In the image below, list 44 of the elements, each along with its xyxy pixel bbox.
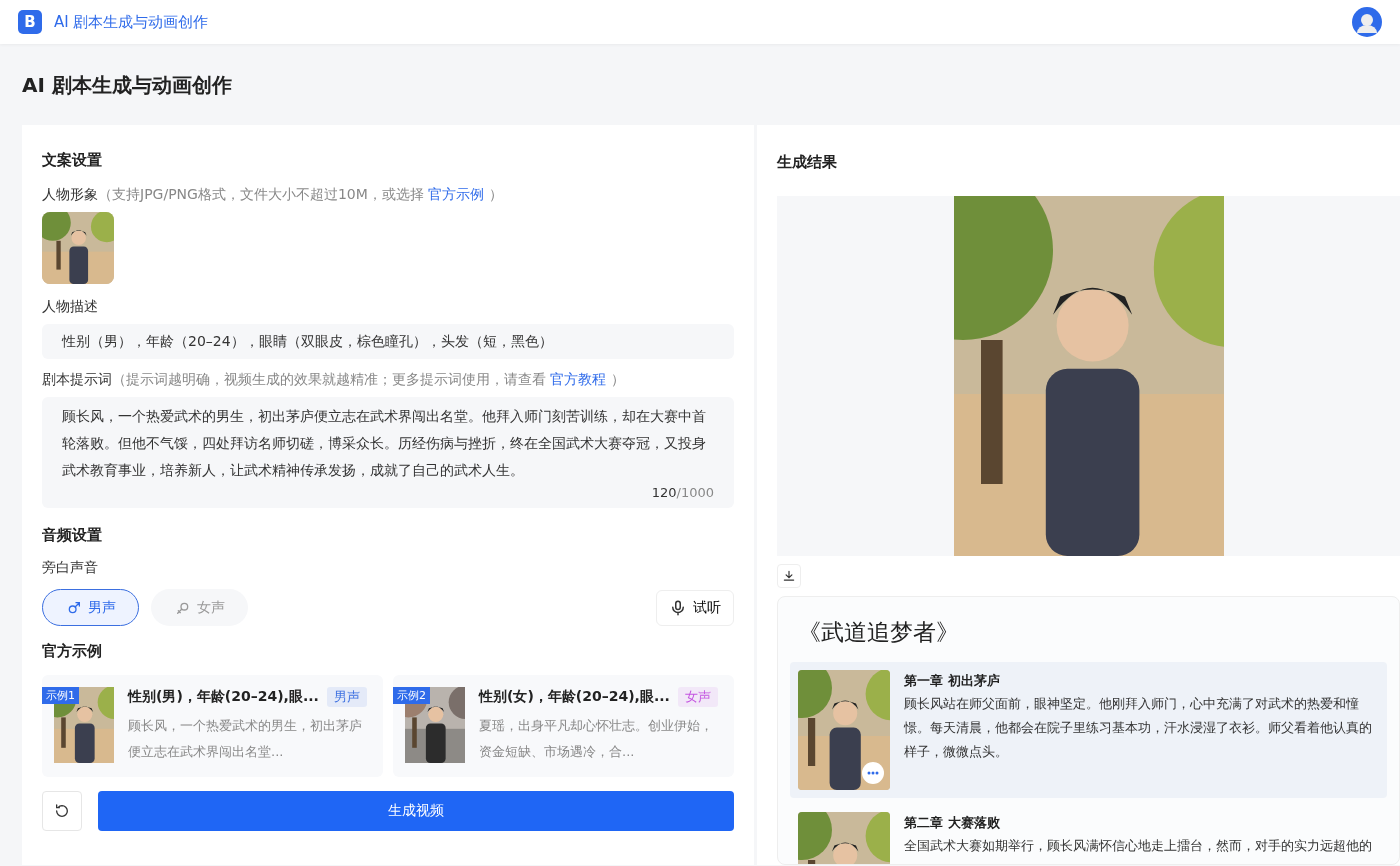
field-label: 旁白声音 [42,559,99,577]
generate-button[interactable]: 生成视频 [98,791,734,831]
reset-icon [54,803,70,819]
tutorial-link[interactable]: 官方教程 [550,371,607,387]
field-label: 人物形象（支持JPG/PNG格式，文件大小不超过10M，或选择 官方示例 ） [42,186,504,204]
microphone-icon [669,598,687,617]
example-badge: 示例2 [393,687,430,704]
avatar-icon[interactable] [1352,7,1382,37]
chapter-title: 第二章 大赛落败 [904,814,1001,832]
section-title: 官方示例 [42,642,103,661]
section-title: 音频设置 [42,526,103,545]
chapter-text: 全国武术大赛如期举行，顾长风满怀信心地走上擂台，然而，对手的实力远超他的 [904,837,1372,855]
video-player[interactable] [777,196,1400,556]
field-label: 人物描述 [42,298,99,316]
section-title: 生成结果 [777,153,838,172]
chapter-item[interactable]: 第二章 大赛落败 全国武术大赛如期举行，顾长风满怀信心地走上擂台，然而，对手的实力远超他的 [790,804,1387,864]
voice-option[interactable]: 男声 [42,589,139,626]
story-title: 《武道追梦者》 [798,618,960,647]
field-label: 剧本提示词（提示词越明确，视频生成的效果就越精准；更多提示词使用，请查看 官方教程 ） [42,371,626,389]
chapter-item[interactable]: 第一章 初出茅庐 顾长风站在师父面前，眼神坚定。他刚拜入师门，心中充满了对武术的热爱和憧憬。每天清晨，他都会在院子里练习基本功，汗水浸湿了衣衫。师父看着他认真的样子，微微点头。 [790,662,1387,798]
examples-link[interactable]: 官方示例 [428,186,485,202]
page-title: AI 剧本生成与动画创作 [21,72,233,99]
character-counter: 120/1000 [650,484,714,502]
download-button[interactable] [777,564,801,588]
example-title: 性别(女)，年龄(20–24),眼... [479,688,670,706]
app-logo[interactable]: B [18,10,42,34]
example-title: 性别(男)，年龄(20–24),眼... [128,688,319,706]
voice-tag: 女声 [677,687,718,707]
example-card[interactable]: 示例1 性别(男)，年龄(20–24),眼... 男声 顾长风，一个热爱武术的男生，初出茅庐便立志在武术界闯出名堂... [42,675,383,777]
chapter-text: 顾长风站在师父面前，眼神坚定。他刚拜入师门，心中充满了对武术的热爱和憧憬。每天清晨，他都会在院子里练习基本功，汗水浸湿了衣衫。师父看着他认真的样子，微微点头。 [904,695,1373,761]
prompt-field[interactable]: 顾长风，一个热爱武术的男生，初出茅庐便立志在武术界闯出名堂。他拜入师门刻苦训练，却在大赛中首轮落败。但他不气馁，四处拜访名师切磋，博采众长。历经伤病与挫折，终在全国武术大赛夺冠，又投身武术教育事业，培养新人，让武术精神传承发扬，成就了自己的武术人生。 120/1000 [42,397,734,508]
example-text: 顾长风，一个热爱武术的男生，初出茅庐便立志在武术界闯出名堂... [128,717,363,761]
prompt-text: 顾长风，一个热爱武术的男生，初出茅庐便立志在武术界闯出名堂。他拜入师门刻苦训练，却在大赛中首轮落败。但他不气馁，四处拜访名师切磋，博采众长。历经伤病与挫折，终在全国武术大赛夺冠，又投身武术教育事业，培养新人，让武术精神传承发扬，成就了自己的武术人生。 [62,407,707,480]
download-icon [782,569,796,583]
example-text: 夏瑶，出身平凡却心怀壮志。创业伊始，资金短缺、市场遇冷，合... [479,717,714,761]
section-title: 文案设置 [42,151,103,170]
example-card[interactable]: 示例2 性别(女)，年龄(20–24),眼... 女声 夏瑶，出身平凡却心怀壮志。创业伊始，资金短缺、市场遇冷，合... [393,675,734,777]
voice-tag: 男声 [326,687,367,707]
chapter-title: 第一章 初出茅庐 [904,672,1001,690]
listen-button[interactable]: 试听 [656,589,734,626]
example-badge: 示例1 [42,687,79,704]
reset-button[interactable] [42,791,82,831]
app-title: AI 剧本生成与动画创作 [54,12,210,32]
description-field[interactable]: 性别（男），年龄（20–24），眼睛（双眼皮，棕色瞳孔），头发（短，黑色） [42,324,734,359]
